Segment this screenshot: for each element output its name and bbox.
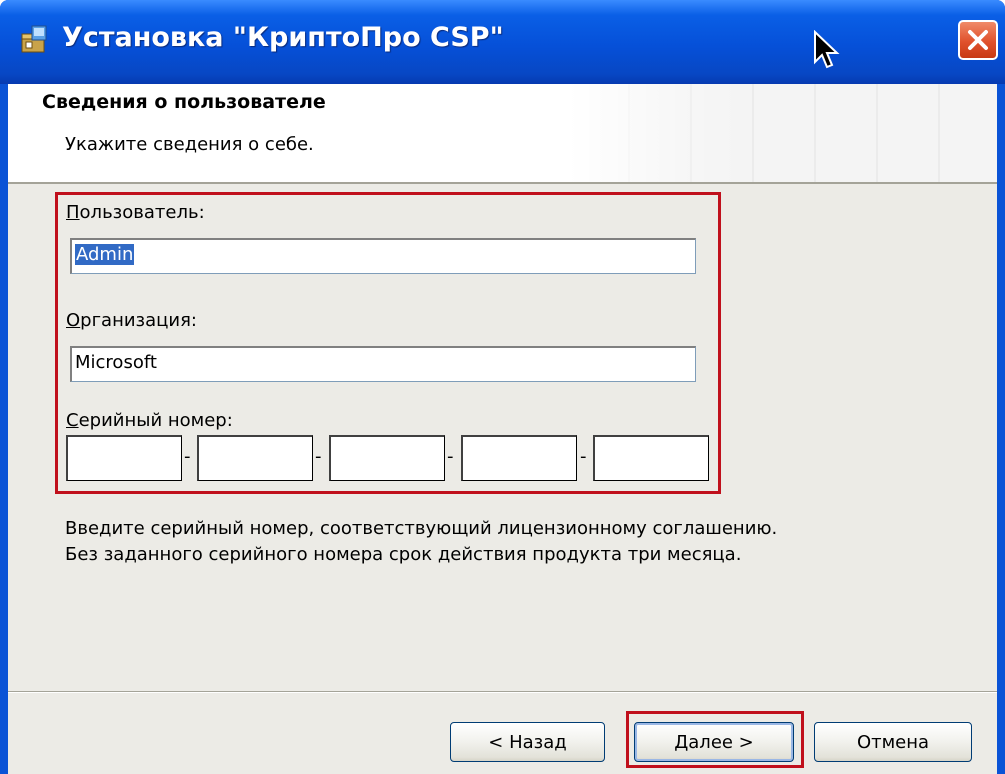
user-input[interactable]: Admin xyxy=(70,238,696,274)
serial-part-3-input[interactable] xyxy=(329,435,445,481)
organization-input-value: Microsoft xyxy=(75,352,157,373)
serial-part-4-input[interactable] xyxy=(461,435,577,481)
dialog-client-area: Сведения о пользователе Укажите сведения… xyxy=(8,84,997,774)
user-label: Пользователь: xyxy=(66,202,205,223)
close-icon xyxy=(968,30,988,50)
header-panel: Сведения о пользователе Укажите сведения… xyxy=(8,84,997,184)
serial-part-5-input[interactable] xyxy=(593,435,709,481)
cancel-button[interactable]: Отмена xyxy=(814,722,972,762)
mouse-pointer-icon xyxy=(814,30,840,69)
serial-label: Серийный номер: xyxy=(66,410,233,431)
close-button[interactable] xyxy=(958,20,998,60)
serial-part-2-input[interactable] xyxy=(197,435,313,481)
header-decoration xyxy=(568,84,997,182)
back-button[interactable]: < Назад xyxy=(450,722,605,762)
installer-package-icon xyxy=(21,25,47,53)
serial-separator: - xyxy=(315,446,322,467)
serial-separator: - xyxy=(447,446,454,467)
user-input-value: Admin xyxy=(75,244,135,265)
next-button[interactable]: Далее > xyxy=(634,722,794,762)
serial-part-1-input[interactable] xyxy=(66,435,182,481)
installer-window: Установка "КриптоПро CSP" Сведения о пол… xyxy=(0,0,1005,774)
serial-separator: - xyxy=(184,446,191,467)
title-bar[interactable]: Установка "КриптоПро CSP" xyxy=(0,0,1005,84)
window-title: Установка "КриптоПро CSP" xyxy=(62,22,504,53)
footer-separator xyxy=(8,691,997,693)
serial-info-line-2: Без заданного серийного номера срок дейс… xyxy=(65,544,742,565)
organization-label: Организация: xyxy=(66,310,197,331)
organization-input[interactable]: Microsoft xyxy=(70,346,696,382)
page-subtitle: Укажите сведения о себе. xyxy=(65,134,314,155)
serial-info-line-1: Введите серийный номер, соответствующий … xyxy=(65,518,778,539)
serial-separator: - xyxy=(580,446,587,467)
page-title: Сведения о пользователе xyxy=(42,91,326,113)
